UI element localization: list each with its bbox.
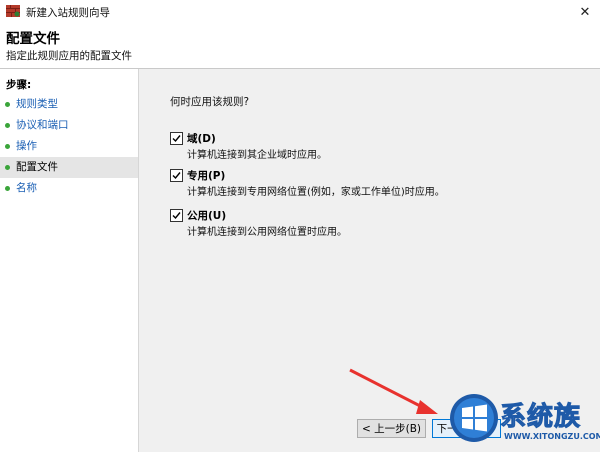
step-item-label: 配置文件 xyxy=(16,161,58,173)
domain-checkbox[interactable] xyxy=(170,132,183,145)
step-item-profile[interactable]: 配置文件 xyxy=(0,157,138,178)
step-item-rule-type[interactable]: 规则类型 xyxy=(0,94,138,115)
close-icon: ✕ xyxy=(579,4,591,20)
title-bar: 新建入站规则向导 ✕ xyxy=(0,0,600,24)
domain-label[interactable]: 域(D) xyxy=(187,131,216,146)
step-item-label: 名称 xyxy=(16,182,37,194)
public-label[interactable]: 公用(U) xyxy=(187,208,226,223)
checkmark-icon xyxy=(172,212,181,220)
step-item-action[interactable]: 操作 xyxy=(0,136,138,157)
step-item-name[interactable]: 名称 xyxy=(0,178,138,199)
step-list: 规则类型 协议和端口 操作 配置文件 名称 xyxy=(0,94,138,199)
close-button[interactable]: ✕ xyxy=(570,0,600,24)
steps-sidebar: 步骤: 规则类型 协议和端口 操作 配置文件 名称 xyxy=(0,69,139,452)
step-dot-icon xyxy=(5,186,10,191)
steps-heading: 步骤: xyxy=(6,79,32,91)
step-dot-icon xyxy=(5,123,10,128)
private-label[interactable]: 专用(P) xyxy=(187,168,225,183)
checkmark-icon xyxy=(172,172,181,180)
window-title: 新建入站规则向导 xyxy=(26,7,110,19)
step-dot-icon xyxy=(5,165,10,170)
step-dot-icon xyxy=(5,144,10,149)
domain-description: 计算机连接到其企业域时应用。 xyxy=(187,150,327,161)
question-label: 何时应用该规则? xyxy=(170,96,250,108)
checkmark-icon xyxy=(172,135,181,143)
wizard-window: 新建入站规则向导 ✕ 配置文件 指定此规则应用的配置文件 步骤: 规则类型 协议… xyxy=(0,0,600,452)
step-item-protocol-ports[interactable]: 协议和端口 xyxy=(0,115,138,136)
public-description: 计算机连接到公用网络位置时应用。 xyxy=(187,227,347,238)
watermark: 系统族 WWW.XITONGZU.COM xyxy=(448,392,600,452)
step-dot-icon xyxy=(5,102,10,107)
page-title: 配置文件 xyxy=(6,31,60,47)
step-item-label: 操作 xyxy=(16,140,37,152)
watermark-url: WWW.XITONGZU.COM xyxy=(504,432,600,441)
public-checkbox[interactable] xyxy=(170,209,183,222)
private-checkbox[interactable] xyxy=(170,169,183,182)
wizard-header: 配置文件 指定此规则应用的配置文件 xyxy=(0,24,600,69)
firewall-icon xyxy=(6,5,20,17)
page-subtitle: 指定此规则应用的配置文件 xyxy=(6,50,132,62)
step-item-label: 规则类型 xyxy=(16,98,58,110)
private-description: 计算机连接到专用网络位置(例如，家或工作单位)时应用。 xyxy=(187,187,445,198)
step-item-label: 协议和端口 xyxy=(16,119,69,131)
back-button[interactable]: < 上一步(B) xyxy=(357,419,426,438)
windows-logo-icon xyxy=(450,394,498,442)
watermark-title: 系统族 xyxy=(499,402,582,433)
